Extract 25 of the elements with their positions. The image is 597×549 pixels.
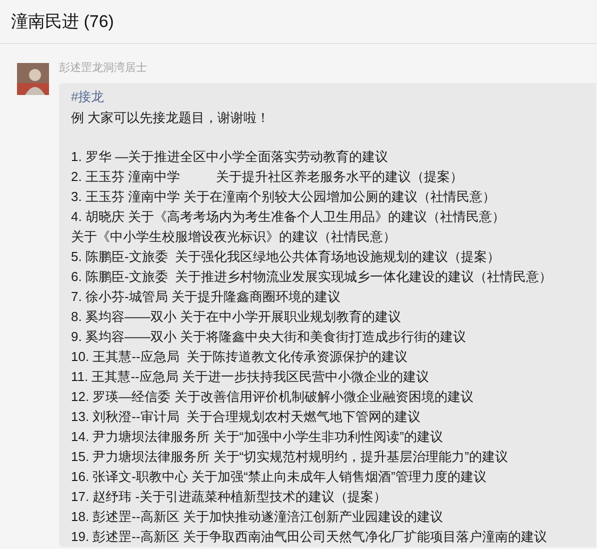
list-line: 11. 王其慧--应急局 关于进一步扶持我区民营中小微企业的建议 [71, 368, 430, 386]
list-line: 9. 奚均容——双小 关于将隆鑫中央大街和美食街打造成步行街的建议 [71, 328, 468, 346]
list-line: 12. 罗瑛—经信委 关于改善信用评价机制破解小微企业融资困境的建议 [71, 388, 474, 406]
list-line: 关于《中小学生校服增设夜光标识》的建议（社情民意） [71, 228, 397, 246]
list-line: 5. 陈鹏臣-文旅委 关于强化我区绿地公共体育场地设施规划的建议（提案） [71, 248, 502, 266]
list-line: 13. 刘秋澄--审计局 关于合理规划农村天燃气地下管网的建议 [71, 408, 422, 426]
list-line: 6. 陈鹏臣-文旅委 关于推进乡村物流业发展实现城乡一体化建设的建议（社情民意） [71, 268, 554, 286]
chat-title: 潼南民进 (76) [11, 10, 114, 33]
message-text: 例 大家可以先接龙题目，谢谢啦！ [71, 108, 271, 126]
list-line: 15. 尹力塘坝法律服务所 关于“切实规范村规明约，提升基层治理能力”的建议 [71, 448, 509, 466]
list-line: 18. 彭述罡--高新区 关于加快推动遂潼涪江创新产业园建设的建议 [71, 508, 444, 526]
topic-tag[interactable]: #接龙 [71, 86, 576, 106]
list-line: 7. 徐小芬-城管局 关于提升隆鑫商圈环境的建议 [71, 288, 342, 306]
list-line: 1. 罗华 —关于推进全区中小学全面落实劳动教育的建议 [71, 148, 390, 166]
list-line: 17. 赵纾玮 -关于引进蔬菜种植新型技术的建议（提案） [71, 488, 388, 506]
list-line: 8. 奚均容——双小 关于在中小学开展职业规划教育的建议 [71, 308, 402, 326]
list-line: 4. 胡晓庆 关于《高考考场内为考生准备个人卫生用品》的建议（社情民意） [71, 208, 506, 226]
avatar-icon[interactable] [17, 63, 49, 95]
list-line: 19. 彭述罡--高新区 关于争取西南油气田公司天然气净化厂扩能项目落户潼南的建议 [71, 528, 548, 546]
list-line: 10. 王其慧--应急局 关于陈抟道教文化传承资源保护的建议 [71, 348, 409, 366]
list-line: 14. 尹力塘坝法律服务所 关于“加强中小学生非功利性阅读”的建议 [71, 428, 444, 446]
list-line: 2. 王玉芬 潼南中学 关于提升社区养老服务水平的建议（提案） [71, 168, 464, 186]
list-line: 3. 王玉芬 潼南中学 关于在潼南个别较大公园增加公厕的建议（社情民意） [71, 188, 497, 206]
sender-name: 彭述罡龙洞湾居士 [59, 60, 148, 76]
list-line: 16. 张译文-职教中心 关于加强“禁止向未成年人销售烟酒”管理力度的建议 [71, 468, 488, 486]
